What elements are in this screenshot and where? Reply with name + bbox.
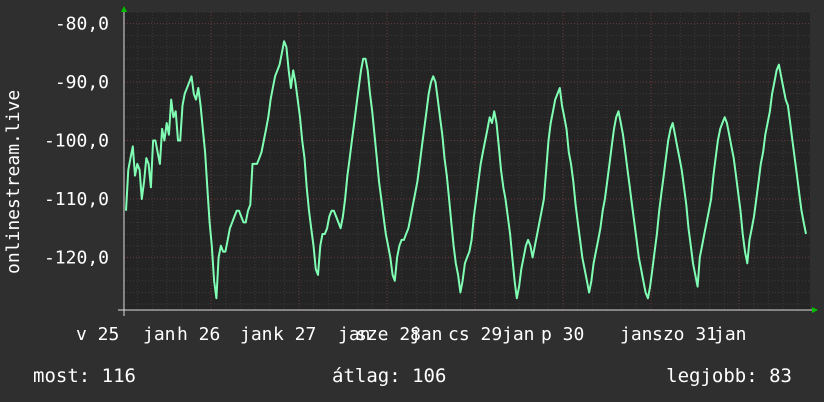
x-tick-label: jan [143, 324, 176, 345]
x-axis-ticks: v 25 jan h 26 jan k 27 jansze 28jan cs 29 jan p … [76, 324, 747, 345]
x-tick-label: szo 31 [652, 324, 717, 345]
x-tick-label: h 26 [177, 324, 220, 345]
stat-average: átlag: 106 [332, 365, 447, 387]
y-tick-label: -80,0 [55, 14, 109, 35]
x-tick-label: cs 29 [448, 324, 502, 345]
y-tick-label: -120,0 [44, 247, 109, 268]
x-tick-label: k 27 [273, 324, 316, 345]
plot-background [124, 12, 810, 310]
y-axis-label: onlinestream.live [3, 90, 24, 274]
x-tick-label: p 30 [541, 324, 584, 345]
y-axis-ticks: -80,0 -90,0 -100,0 -110,0 -120,0 [44, 14, 109, 269]
x-tick-label: jan [410, 324, 443, 345]
stat-best: legjobb: 83 [666, 365, 792, 387]
y-axis-arrow-icon [121, 6, 127, 12]
y-tick-label: -100,0 [44, 131, 109, 152]
x-tick-label: jan [714, 324, 747, 345]
x-tick-label: jan [240, 324, 273, 345]
signal-chart: -80,0-90,0-100,0-110,0-120,0 v 25 jan h 26… [3, 6, 818, 345]
x-tick-label: jan [620, 324, 653, 345]
x-axis-arrow-icon [812, 307, 818, 313]
stat-current: most: 116 [33, 365, 136, 387]
x-tick-label: jan [502, 324, 535, 345]
stats-footer: most: 116 átlag: 106 legjobb: 83 [0, 362, 824, 390]
x-tick-label: v 25 [76, 324, 119, 345]
y-tick-label: -110,0 [44, 189, 109, 210]
y-tick-label: -90,0 [55, 72, 109, 93]
